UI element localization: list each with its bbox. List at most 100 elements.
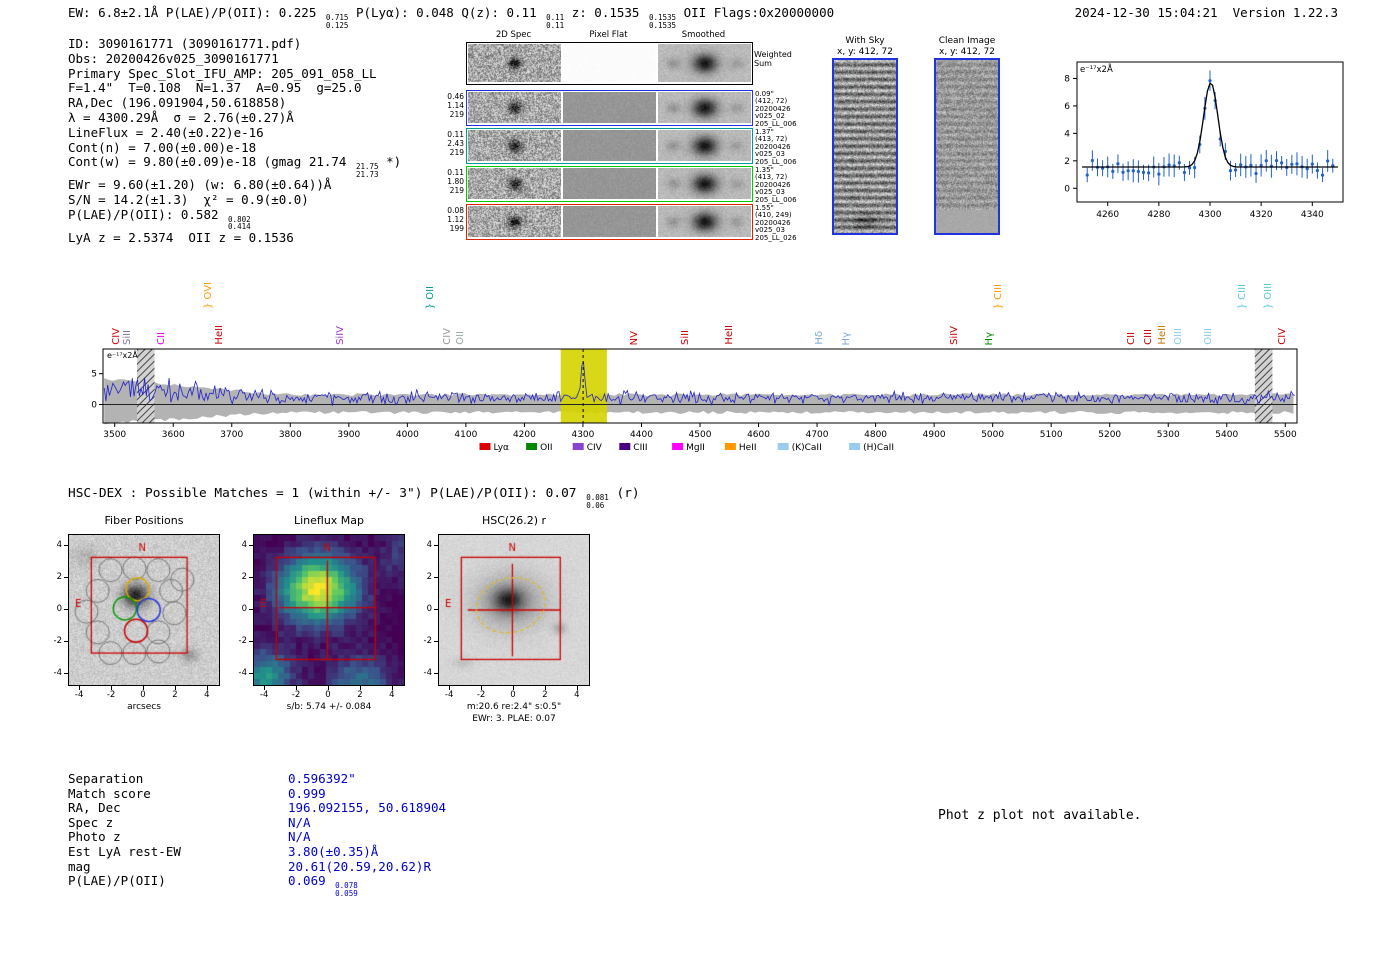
info-block: ID: 3090161771 (3090161771.pdf) Obs: 2020… [68,36,402,246]
emission-line-label: SiII [121,329,133,345]
spec2d-smooth-image [658,206,751,237]
match-table-label: Match score [68,785,151,801]
emission-line-label: OIII [1172,328,1184,345]
emission-line-label: NV [628,330,640,345]
emission-line-label: Hγ [841,331,853,345]
cutout-title: Fiber Positions [104,514,184,527]
spec2d-row-annotation: 1.35" (413, 72) 20200426 v025_03 205_LL_006 [755,166,797,204]
y-tick-mark [64,672,68,674]
y-tick-label: 2 [56,572,62,583]
spec2d-flat-image [563,44,656,82]
left-label-line: 219 [449,110,464,119]
info-line: Primary Spec_Slot_IFU_AMP: 205_091_058_L… [68,65,377,81]
svg-text:0: 0 [91,401,97,411]
svg-text:OII: OII [540,443,552,453]
cutout-title: Lineflux Map [293,514,365,527]
spec2d-spec2d-image [468,130,561,161]
svg-text:3700: 3700 [220,430,243,440]
left-label-line: 219 [449,148,464,157]
y-tick-label: -4 [53,667,62,678]
emission-line-label: Hγ [984,331,996,345]
emission-line-label: CIV [110,328,122,345]
left-label-line: 0.11 [447,130,464,139]
svg-text:4340: 4340 [1301,210,1324,220]
emission-line-label: CII [1126,332,1138,345]
svg-text:4900: 4900 [923,430,946,440]
svg-text:CIV: CIV [587,443,603,453]
cutout-caption: EWr: 3. PLAE: 0.07 [472,714,556,724]
x-tick-label: 4 [574,690,580,700]
left-label-line: 1.80 [447,177,464,186]
spec2d-row-left-label: 0.08 1.12 199 [440,206,464,233]
y-tick-label: -4 [238,667,247,678]
svg-text:(K)CaII: (K)CaII [792,443,822,453]
spec2d-spec2d-image [468,168,561,199]
emission-line-label: } OIII [1263,282,1275,309]
cutout-image-lineflux [253,534,405,686]
emission-line-label: HeII [1156,325,1168,345]
spec2d-spec2d-image [468,92,561,123]
info-line: EWr = 9.60(±1.20) (w: 6.80(±0.64))Å [68,177,332,193]
emission-line-label: CIV [1277,328,1289,345]
y-tick-mark [249,672,253,674]
y-tick-mark [64,640,68,642]
emission-line-label: OII [455,331,467,345]
svg-text:4300: 4300 [1199,210,1222,220]
match-table-value: 196.092155, 50.618904 [288,800,447,816]
match-table-value: 0.596392" [288,771,356,786]
y-tick-label: -2 [423,635,432,646]
info-line: λ = 4300.29Å σ = 2.76(±0.27)Å [68,109,294,125]
weighted-sum-label: Weighted Sum [754,50,792,68]
svg-text:Lyα: Lyα [494,443,510,453]
match-table-label: Est LyA rest-EW [68,844,181,859]
x-tick-label: -2 [291,690,301,700]
x-tick-label: 2 [172,690,178,700]
svg-text:3500: 3500 [103,430,126,440]
info-line: S/N = 14.2(±1.3) χ² = 0.9(±0.0) [68,192,309,208]
spec2d-row-annotation: 0.09" (412, 72) 20200426 v025_02 205_LL_006 [755,90,797,128]
header-timestamp-version: 2024-12-30 15:04:21 Version 1.22.3 [1075,5,1338,20]
y-tick-mark [249,640,253,642]
stacked-uncertainty: 0.081 0.06 [586,493,609,510]
x-tick-label: -4 [444,690,454,700]
svg-text:5: 5 [91,370,97,380]
y-tick-label: 4 [56,540,62,551]
stacked-uncertainty: 0.802 0.414 [228,214,251,232]
spec2d-row-left-label: 0.46 1.14 219 [440,92,464,119]
stacked-uncertainty: 0.078 0.059 [335,881,358,898]
spec2d-row-left-label: 0.11 2.43 219 [440,130,464,157]
left-label-line: 0.08 [447,206,464,215]
x-tick-label: 2 [357,690,363,700]
emission-line-label: } OVI [203,281,215,309]
elixer-report-page: { "header": { "left_segments": [ {"t":"E… [0,0,1400,953]
x-tick-mark [142,686,144,690]
emission-line-label: Hδ [813,331,825,345]
y-tick-label: 4 [426,540,432,551]
y-tick-mark [434,608,438,610]
info-line: Cont(w) = 9.80(±0.09)e-18 (gmag 21.74 21… [68,154,402,179]
svg-text:5100: 5100 [1040,430,1063,440]
spec2d-row [466,90,753,126]
stacked-uncertainty: 0.715 0.125 [325,13,349,30]
y-tick-mark [64,545,68,547]
emission-line-label: HeII [214,325,226,345]
sky-panel-image [936,60,998,233]
report-timestamp: 2024-12-30 15:04:21 [1074,5,1218,20]
x-tick-mark [264,686,266,690]
svg-text:0: 0 [1064,184,1070,194]
header-summary-line: EW: 6.8±2.1Å P(LAE)/P(OII): 0.225 0.715 0… [68,5,835,30]
annotation-line: 205_LL_026 [755,233,797,242]
y-tick-label: -2 [238,635,247,646]
emission-line-label: CIII [1142,329,1154,345]
sky-panel-withsky [832,58,898,235]
left-label-line: 1.12 [447,215,464,224]
svg-text:e⁻¹⁷x2Å: e⁻¹⁷x2Å [107,349,138,360]
sky-panel-title: With Sky [845,36,885,46]
svg-text:5400: 5400 [1215,430,1238,440]
emission-line-label: } CIII [992,283,1004,309]
svg-text:4320: 4320 [1250,210,1273,220]
svg-text:4800: 4800 [864,430,887,440]
cutout-lineflux: Lineflux Map -4 -4 -2 -2 0 0 2 2 4 4 s/b: 5.74 +/- … [225,514,420,730]
full-spectrum-plot: 0 5 3500 3600 3700 3800 3900 4000 4100 4200 4300 44… [91,348,1298,453]
left-label-line: 219 [449,186,464,195]
